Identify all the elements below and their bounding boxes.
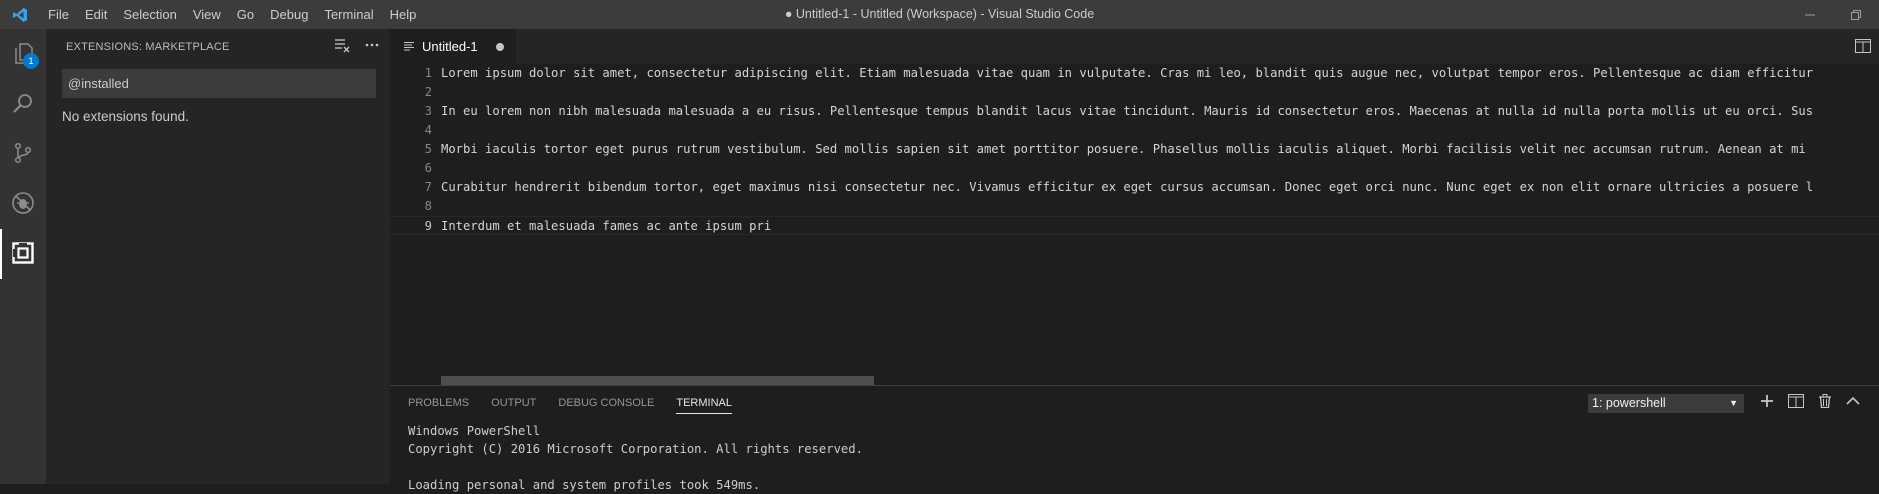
sidebar-header: EXTENSIONS: MARKETPLACE <box>46 29 390 64</box>
vscode-logo-icon <box>0 0 40 29</box>
explorer-badge: 1 <box>23 53 39 69</box>
debug-icon <box>10 190 36 219</box>
tab-untitled-1[interactable]: Untitled-1 <box>390 29 516 64</box>
tab-problems[interactable]: PROBLEMS <box>408 386 469 420</box>
code-line: 7 Curabitur hendrerit bibendum tortor, eg… <box>390 178 1879 197</box>
line-text: Interdum et malesuada fames ac ante ipsu… <box>441 219 772 233</box>
extensions-icon <box>11 241 35 268</box>
terminal-line: Copyright (C) 2016 Microsoft Corporation… <box>408 442 863 456</box>
editor-area: Untitled-1 1 Lorem ipsum dolor sit amet, … <box>390 29 1879 385</box>
menu-go[interactable]: Go <box>229 0 262 29</box>
menu-view[interactable]: View <box>185 0 229 29</box>
menu-selection[interactable]: Selection <box>115 0 184 29</box>
terminal-select[interactable]: 1: powershell ▼ <box>1588 394 1744 413</box>
line-number: 7 <box>424 180 432 194</box>
debug-button[interactable] <box>0 179 46 229</box>
split-terminal-icon[interactable] <box>1788 394 1804 411</box>
panel-actions <box>1760 394 1860 411</box>
line-text: Lorem ipsum dolor sit amet, consectetur … <box>441 66 1814 80</box>
sidebar-title: EXTENSIONS: MARKETPLACE <box>66 40 230 53</box>
code-line: 8 <box>390 197 1879 216</box>
terminal-line: Loading personal and system profiles too… <box>408 478 761 492</box>
line-number: 3 <box>424 104 432 118</box>
line-number: 5 <box>424 142 432 156</box>
menu-file[interactable]: File <box>40 0 77 29</box>
tab-output[interactable]: OUTPUT <box>491 386 536 420</box>
code-line: 2 <box>390 83 1879 102</box>
dropdown-caret-icon: ▼ <box>1729 398 1738 408</box>
clear-extensions-icon[interactable] <box>334 37 350 56</box>
extensions-sidebar: EXTENSIONS: MARKETPLACE No extensions fo… <box>46 29 390 484</box>
minimize-icon[interactable] <box>1787 0 1833 29</box>
tab-debug-console[interactable]: DEBUG CONSOLE <box>558 386 654 420</box>
chevron-up-icon[interactable] <box>1846 394 1860 411</box>
new-terminal-icon[interactable] <box>1760 394 1774 411</box>
restore-icon[interactable] <box>1833 0 1879 29</box>
terminal-line: Windows PowerShell <box>408 424 541 438</box>
terminal-select-value: 1: powershell <box>1592 396 1666 410</box>
window-controls <box>1787 0 1879 29</box>
code-editor[interactable]: 1 Lorem ipsum dolor sit amet, consectetur… <box>390 64 1879 235</box>
extensions-button[interactable] <box>0 229 46 279</box>
tab-terminal[interactable]: TERMINAL <box>676 386 732 420</box>
search-icon <box>11 91 35 118</box>
line-number: 4 <box>424 123 432 137</box>
menu-help[interactable]: Help <box>382 0 425 29</box>
unsaved-dot-icon[interactable] <box>495 42 504 51</box>
trash-icon[interactable] <box>1818 394 1832 411</box>
menu-debug[interactable]: Debug <box>262 0 316 29</box>
horizontal-scrollbar[interactable] <box>441 376 874 385</box>
code-line: 1 Lorem ipsum dolor sit amet, consectetur… <box>390 64 1879 83</box>
menu-edit[interactable]: Edit <box>77 0 115 29</box>
tab-label: Untitled-1 <box>422 39 478 54</box>
line-text: Morbi iaculis tortor eget purus rutrum v… <box>441 142 1806 156</box>
source-control-icon <box>11 141 35 168</box>
menu-bar: File Edit Selection View Go Debug Termin… <box>40 0 424 29</box>
split-editor-icon[interactable] <box>1855 39 1871 56</box>
search-button[interactable] <box>0 79 46 129</box>
line-number: 1 <box>424 66 432 80</box>
no-extensions-message: No extensions found. <box>62 109 189 124</box>
line-text: In eu lorem non nibh malesuada malesuada… <box>441 104 1814 118</box>
extensions-search-input[interactable] <box>62 69 376 98</box>
more-actions-icon[interactable] <box>364 37 380 56</box>
code-line: 5 Morbi iaculis tortor eget purus rutrum … <box>390 140 1879 159</box>
file-text-icon <box>404 39 414 54</box>
menu-terminal[interactable]: Terminal <box>316 0 381 29</box>
sidebar-actions <box>334 29 380 64</box>
explorer-button[interactable]: 1 <box>0 29 46 79</box>
source-control-button[interactable] <box>0 129 46 179</box>
editor-tab-bar: Untitled-1 <box>390 29 1879 64</box>
code-line: 4 <box>390 121 1879 140</box>
line-text: Curabitur hendrerit bibendum tortor, ege… <box>441 180 1814 194</box>
bottom-panel: PROBLEMS OUTPUT DEBUG CONSOLE TERMINAL 1… <box>390 385 1879 492</box>
current-code-line: 9 Interdum et malesuada fames ac ante ips… <box>390 216 1879 235</box>
title-bar: File Edit Selection View Go Debug Termin… <box>0 0 1879 29</box>
line-number: 2 <box>424 85 432 99</box>
line-number: 6 <box>424 161 432 175</box>
line-number: 9 <box>424 219 432 233</box>
activity-bar: 1 <box>0 29 46 484</box>
terminal-output[interactable]: Windows PowerShell Copyright (C) 2016 Mi… <box>408 422 863 494</box>
code-line: 6 <box>390 159 1879 178</box>
code-line: 3 In eu lorem non nibh malesuada malesuad… <box>390 102 1879 121</box>
line-number: 8 <box>424 199 432 213</box>
